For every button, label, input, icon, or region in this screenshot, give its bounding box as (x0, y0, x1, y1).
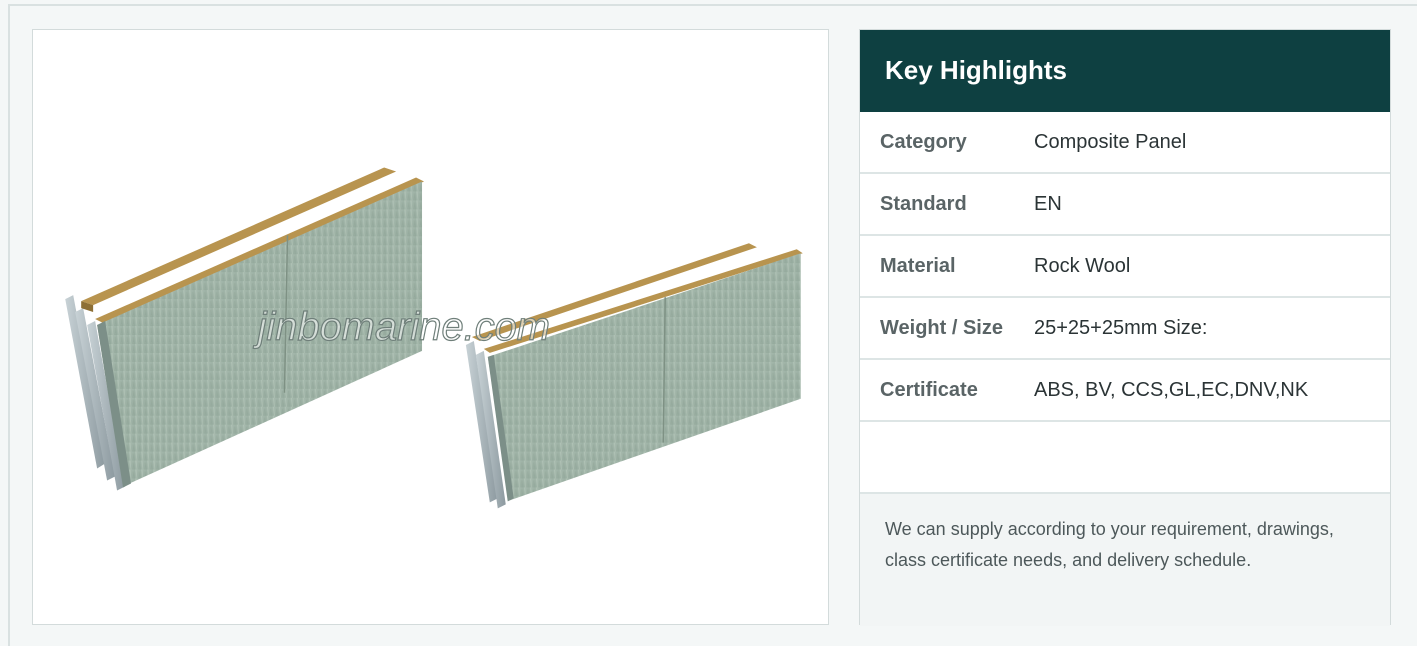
highlight-label: Standard (880, 192, 967, 215)
highlight-label: Material (880, 254, 956, 277)
key-highlights-panel: Key Highlights Category Composite Panel … (859, 29, 1391, 626)
highlights-header: Key Highlights (860, 30, 1390, 112)
highlight-label: Certificate (880, 378, 978, 401)
highlight-row-empty (860, 422, 1390, 494)
watermark-text: jinbomarine.com (253, 305, 550, 349)
highlight-row-certificate: Certificate ABS, BV, CCS,GL,EC,DNV,NK (860, 360, 1390, 422)
highlight-row-standard: Standard EN (860, 174, 1390, 236)
highlight-value: 25+25+25mm Size: (1034, 316, 1208, 339)
highlight-value: Composite Panel (1034, 130, 1187, 153)
highlights-title: Key Highlights (885, 55, 1068, 85)
highlights-note: We can supply according to your requirem… (860, 494, 1390, 626)
highlight-value: EN (1034, 192, 1062, 215)
product-image-card: jinbomarine.com (32, 29, 829, 625)
highlight-value: ABS, BV, CCS,GL,EC,DNV,NK (1034, 378, 1309, 401)
product-image: jinbomarine.com (65, 167, 803, 509)
highlight-row-category: Category Composite Panel (860, 112, 1390, 174)
highlight-label: Category (880, 130, 967, 153)
right-panel-set (465, 243, 803, 509)
highlight-row-weight-size: Weight / Size 25+25+25mm Size: (860, 298, 1390, 360)
highlight-row-material: Material Rock Wool (860, 236, 1390, 298)
highlight-value: Rock Wool (1034, 254, 1131, 277)
highlight-label: Weight / Size (880, 316, 1003, 339)
